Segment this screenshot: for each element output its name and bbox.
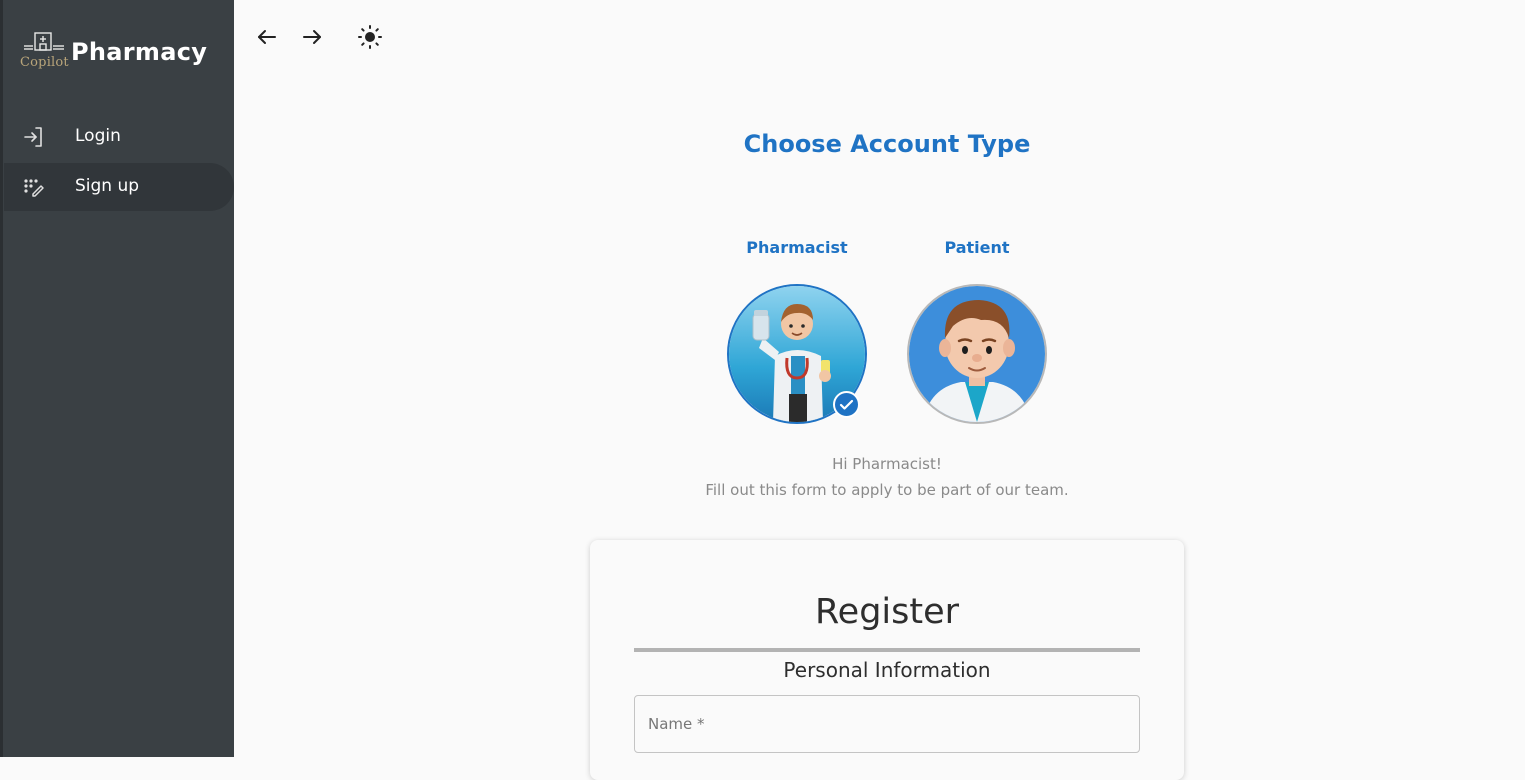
name-input[interactable] xyxy=(635,696,1139,752)
signup-icon xyxy=(24,179,44,197)
greeting-text: Hi Pharmacist! xyxy=(832,455,942,473)
sidebar-item-login[interactable]: Login xyxy=(4,113,234,161)
patient-illustration xyxy=(909,286,1045,422)
patient-avatar[interactable] xyxy=(907,284,1047,424)
sidebar-item-signup[interactable]: Sign up xyxy=(4,163,234,211)
account-type-label-pharmacist: Pharmacist xyxy=(746,238,848,257)
name-field[interactable]: Name * xyxy=(634,695,1140,753)
register-card: Register Personal Information Name * xyxy=(590,540,1184,780)
arrow-left-icon[interactable] xyxy=(254,24,280,50)
sidebar: Copilot Pharmacy Login Sign up xyxy=(0,0,234,757)
app-title: Pharmacy xyxy=(71,38,208,66)
sun-icon[interactable] xyxy=(357,24,383,50)
app-logo[interactable]: Copilot Pharmacy xyxy=(18,28,228,76)
arrow-right-icon[interactable] xyxy=(299,24,325,50)
greeting-subtext: Fill out this form to apply to be part o… xyxy=(705,481,1069,499)
register-title: Register xyxy=(814,592,960,632)
sidebar-edge xyxy=(0,0,3,757)
section-title: Personal Information xyxy=(783,658,991,682)
sidebar-item-label: Login xyxy=(75,126,121,146)
account-type-label-patient: Patient xyxy=(944,238,1010,257)
selected-check-icon xyxy=(833,391,860,418)
page-title: Choose Account Type xyxy=(743,130,1031,158)
sidebar-item-label: Sign up xyxy=(75,176,140,196)
logo-copilot-text: Copilot xyxy=(20,55,69,70)
login-icon xyxy=(24,127,42,147)
title-divider xyxy=(634,648,1140,652)
